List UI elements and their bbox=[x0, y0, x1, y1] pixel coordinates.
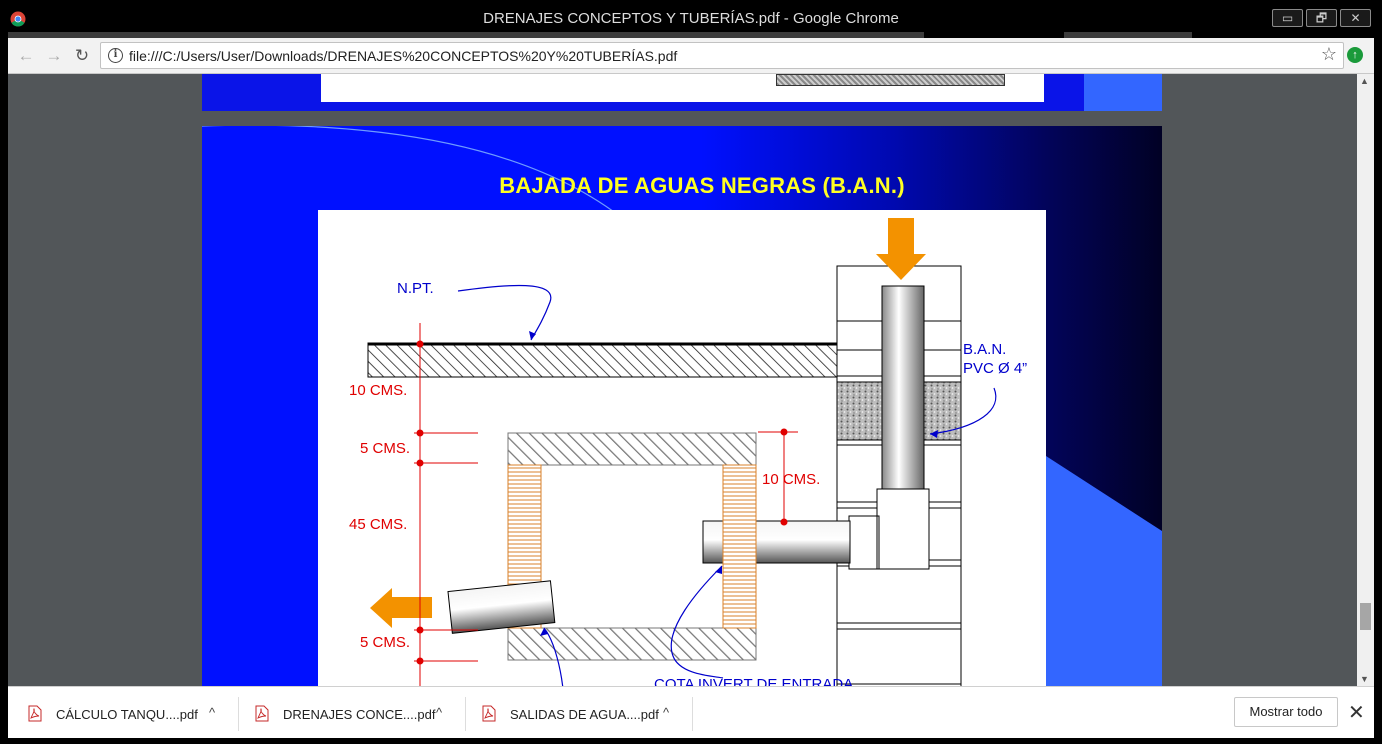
previous-slide bbox=[202, 74, 1162, 111]
dim-5-top-label: 5 CMS. bbox=[360, 440, 411, 457]
pdf-file-icon bbox=[28, 705, 42, 722]
close-downloads-bar-icon[interactable]: ✕ bbox=[1348, 700, 1365, 725]
previous-slide-accent bbox=[1084, 74, 1162, 111]
outflow-arrow bbox=[370, 588, 432, 628]
cota-invert-label: COTA INVERT DE ENTRADA bbox=[654, 676, 854, 686]
info-icon[interactable]: i bbox=[108, 48, 123, 63]
back-button[interactable]: ← bbox=[16, 46, 36, 66]
floor-slab bbox=[367, 342, 838, 378]
chevron-up-icon[interactable]: ^ bbox=[209, 705, 215, 720]
scroll-up-arrow-icon[interactable]: ▲ bbox=[1360, 76, 1369, 86]
download-separator bbox=[692, 697, 693, 731]
current-slide: BAJADA DE AGUAS NEGRAS (B.A.N.) N.PT. B.… bbox=[202, 126, 1162, 686]
update-extension-icon[interactable]: ↑ bbox=[1347, 47, 1363, 63]
pdf-viewport[interactable]: BAJADA DE AGUAS NEGRAS (B.A.N.) N.PT. B.… bbox=[8, 74, 1374, 686]
download-item[interactable]: CÁLCULO TANQU....pdf ^ bbox=[28, 687, 228, 739]
box-top-slab bbox=[507, 432, 757, 466]
minimize-button[interactable]: ▭ bbox=[1272, 9, 1303, 27]
box-right-wall bbox=[722, 464, 757, 629]
npt-label: N.PT. bbox=[397, 280, 434, 297]
dim-45-label: 45 CMS. bbox=[349, 516, 408, 533]
slide-title: BAJADA DE AGUAS NEGRAS (B.A.N.) bbox=[499, 173, 905, 198]
pdf-file-icon bbox=[482, 705, 496, 722]
downloads-bar: CÁLCULO TANQU....pdf ^ DRENAJES CONCE...… bbox=[8, 686, 1374, 738]
download-filename: CÁLCULO TANQU....pdf bbox=[56, 707, 198, 722]
vertical-pipe bbox=[881, 285, 925, 495]
scroll-thumb[interactable] bbox=[1360, 603, 1371, 630]
window-title: DRENAJES CONCEPTOS Y TUBERÍAS.pdf - Goog… bbox=[483, 10, 899, 27]
download-item[interactable]: DRENAJES CONCE....pdf ^ bbox=[255, 687, 455, 739]
close-window-button[interactable]: ✕ bbox=[1340, 9, 1371, 27]
dim-10-top-label: 10 CMS. bbox=[349, 382, 408, 399]
browser-toolbar: ← → ↻ i file:///C:/Users/User/Downloads/… bbox=[8, 38, 1374, 74]
dim-10-right-label: 10 CMS. bbox=[762, 471, 821, 488]
download-separator bbox=[238, 697, 239, 731]
chevron-up-icon[interactable]: ^ bbox=[436, 705, 442, 720]
bookmark-star-icon[interactable]: ☆ bbox=[1321, 44, 1337, 65]
chevron-up-icon[interactable]: ^ bbox=[663, 705, 669, 720]
pdf-file-icon bbox=[255, 705, 269, 722]
url-text[interactable]: file:///C:/Users/User/Downloads/DRENAJES… bbox=[129, 48, 677, 64]
show-all-downloads-button[interactable]: Mostrar todo bbox=[1234, 697, 1338, 727]
forward-button[interactable]: → bbox=[44, 46, 64, 66]
address-bar[interactable]: i file:///C:/Users/User/Downloads/DRENAJ… bbox=[100, 42, 1344, 69]
previous-slide-gravel bbox=[776, 74, 1005, 86]
ban-label-line1: B.A.N. bbox=[963, 341, 1007, 358]
dim-5-bottom-label: 5 CMS. bbox=[360, 634, 411, 651]
diagram-panel: N.PT. B.A.N. PVC Ø 4” 10 CMS. 5 CMS. 45 … bbox=[318, 210, 1046, 686]
download-item[interactable]: SALIDAS DE AGUA....pdf ^ bbox=[482, 687, 692, 739]
download-filename: SALIDAS DE AGUA....pdf bbox=[510, 707, 659, 722]
vertical-scrollbar[interactable]: ▲ ▼ bbox=[1357, 74, 1374, 686]
ban-label-line2: PVC Ø 4” bbox=[963, 360, 1028, 377]
pipe-elbow-joint bbox=[848, 515, 880, 570]
pipe-elbow bbox=[876, 488, 930, 570]
restore-button[interactable]: 🗗 bbox=[1306, 9, 1337, 27]
download-separator bbox=[465, 697, 466, 731]
download-filename: DRENAJES CONCE....pdf bbox=[283, 707, 436, 722]
title-bar: DRENAJES CONCEPTOS Y TUBERÍAS.pdf - Goog… bbox=[0, 0, 1382, 38]
scroll-down-arrow-icon[interactable]: ▼ bbox=[1360, 674, 1369, 684]
reload-button[interactable]: ↻ bbox=[72, 46, 92, 66]
